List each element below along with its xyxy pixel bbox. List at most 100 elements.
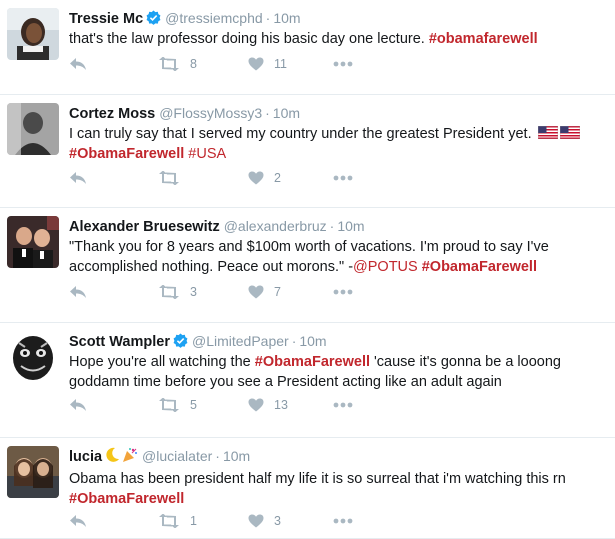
verified-badge-icon [173,333,188,348]
timestamp[interactable]: 10m [273,105,300,121]
avatar[interactable] [7,8,59,60]
hashtag-link[interactable]: #ObamaFarewell [69,146,184,162]
verified-badge-icon [146,10,161,25]
more-icon [333,402,353,408]
retweet-icon [158,514,180,528]
tweet[interactable]: lucia @lucialater · 10m Obama has been presi… [0,438,615,539]
heart-icon [248,398,264,412]
tweet[interactable]: Alexander Bruesewitz @alexanderbruz · 10m "T… [0,208,615,323]
username[interactable]: @LimitedPaper [192,333,289,349]
tweet-header: Alexander Bruesewitz @alexanderbruz · 10m [69,216,605,237]
username[interactable]: @lucialater [142,448,212,464]
text-segment: that's the law professor doing his basic… [69,31,429,47]
heart-icon [248,171,264,185]
tweet-content: Scott Wampler @LimitedPaper · 10m Hope you'r… [69,331,605,392]
fullname[interactable]: lucia [69,449,102,465]
like-button[interactable]: 3 [248,512,281,530]
tweet-actions: 2 [69,169,369,187]
reply-button[interactable] [69,55,87,73]
more-icon [333,518,353,524]
heart-icon [248,285,264,299]
tweet-content: lucia @lucialater · 10m Obama has been presi… [69,446,605,509]
reply-icon [69,285,87,299]
tweet-header: Scott Wampler @LimitedPaper · 10m [69,331,605,352]
tweet-feed: Tressie Mc @tressiemcphd · 10m that's the la… [0,0,615,539]
more-icon [333,289,353,295]
tweet-text: "Thank you for 8 years and $100m worth o… [69,237,605,277]
avatar[interactable] [7,216,59,268]
mention-link[interactable]: @POTUS [353,259,418,275]
retweet-icon [158,57,180,71]
avatar[interactable] [7,446,59,498]
tweet-actions: 8 11 [69,55,369,73]
tweet[interactable]: Tressie Mc @tressiemcphd · 10m that's the la… [0,0,615,95]
text-segment: Hope you're all watching the [69,354,255,370]
username[interactable]: @alexanderbruz [224,218,327,234]
reply-icon [69,398,87,412]
fullname[interactable]: Scott Wampler [69,334,170,350]
retweet-button[interactable]: 5 [158,396,197,414]
more-button[interactable] [333,283,353,301]
tweet-text: Hope you're all watching the #ObamaFarew… [69,352,605,392]
tweet-content: Tressie Mc @tressiemcphd · 10m that's the la… [69,8,605,49]
avatar[interactable] [7,103,59,155]
tweet-header: Tressie Mc @tressiemcphd · 10m [69,8,605,29]
hashtag-link[interactable]: #obamafarewell [429,31,538,47]
timestamp[interactable]: 10m [273,10,300,26]
text-segment: I can truly say that I served my country… [69,126,536,142]
hashtag-link[interactable]: #ObamaFarewell [255,354,370,370]
reply-button[interactable] [69,396,87,414]
hashtag-link[interactable]: #ObamaFarewell [422,259,537,275]
tweet-text: that's the law professor doing his basic… [69,29,605,49]
reply-button[interactable] [69,169,87,187]
retweet-button[interactable]: 8 [158,55,197,73]
timestamp[interactable]: 10m [223,448,250,464]
retweet-button[interactable]: 3 [158,283,197,301]
tweet-actions: 13 [69,512,369,530]
retweet-icon [158,285,180,299]
username[interactable]: @tressiemcphd [165,10,262,26]
tweet[interactable]: Cortez Moss @FlossyMossy3 · 10m I can truly … [0,95,615,208]
retweet-button[interactable] [158,169,190,187]
reply-button[interactable] [69,512,87,530]
like-button[interactable]: 11 [248,55,287,73]
tweet-content: Cortez Moss @FlossyMossy3 · 10m I can truly … [69,103,605,164]
more-button[interactable] [333,55,353,73]
hashtag-link[interactable]: #ObamaFarewell [69,491,184,507]
retweet-button[interactable]: 1 [158,512,197,530]
moon-emoji [104,447,120,469]
more-button[interactable] [333,169,353,187]
hashtag-link[interactable]: #USA [188,146,226,162]
avatar[interactable] [7,331,59,383]
separator-dot: · [215,448,220,464]
text-segment: Obama has been president half my life it… [69,471,566,487]
retweet-count: 8 [190,57,197,71]
timestamp[interactable]: 10m [337,218,364,234]
fullname[interactable]: Cortez Moss [69,106,155,122]
more-icon [333,61,353,67]
like-button[interactable]: 2 [248,169,281,187]
reply-button[interactable] [69,283,87,301]
more-button[interactable] [333,396,353,414]
username[interactable]: @FlossyMossy3 [159,105,262,121]
separator-dot: · [265,10,271,26]
more-button[interactable] [333,512,353,530]
heart-icon [248,514,264,528]
tweet-header: lucia @lucialater · 10m [69,446,605,469]
like-button[interactable]: 13 [248,396,288,414]
tweet-text: Obama has been president half my life it… [69,469,605,509]
like-count: 13 [274,398,288,412]
reply-icon [69,57,87,71]
like-button[interactable]: 7 [248,283,281,301]
tweet-actions: 37 [69,283,369,301]
like-count: 11 [274,57,287,71]
tweet-actions: 5 13 [69,396,369,414]
like-count: 3 [274,514,281,528]
fullname[interactable]: Tressie Mc [69,11,143,27]
timestamp[interactable]: 10m [299,333,326,349]
fullname[interactable]: Alexander Bruesewitz [69,219,220,235]
separator-dot: · [291,333,297,349]
retweet-count: 1 [190,514,197,528]
tweet[interactable]: Scott Wampler @LimitedPaper · 10m Hope you'r… [0,323,615,438]
separator-dot: · [265,105,270,121]
